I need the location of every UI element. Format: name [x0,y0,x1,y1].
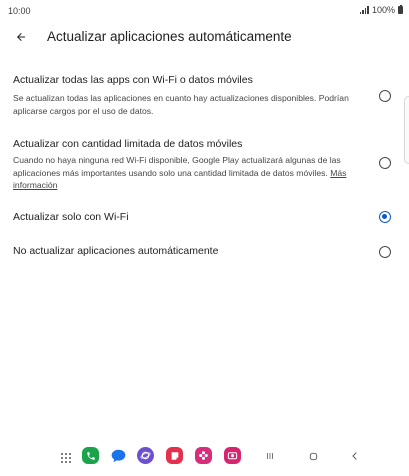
phone-glyph-icon [86,451,95,460]
internet-app-icon[interactable] [137,447,154,464]
app-bar: Actualizar aplicaciones automáticamente [0,22,409,50]
battery-level: 100% [371,5,395,15]
navigation-bar [0,444,409,476]
recent-apps-button[interactable] [262,448,278,464]
option-description: Se actualizan todas las aplicaciones en … [13,93,349,116]
back-button[interactable] [10,26,32,48]
option-wifi-only[interactable]: Actualizar solo con Wi-Fi [0,206,409,230]
page-title: Actualizar aplicaciones automáticamente [47,29,292,44]
flower-icon [199,451,208,460]
camera-app-icon[interactable] [224,447,241,464]
gallery-app-icon[interactable] [195,447,212,464]
option-description: Cuando no haya ninguna red Wi-Fi disponi… [13,154,353,192]
chat-bubble-icon [111,449,126,462]
option-description-text: Cuando no haya ninguna red Wi-Fi disponi… [13,155,341,178]
option-no-updates[interactable]: No actualizar aplicaciones automáticamen… [0,240,409,264]
status-bar: 10:00 100% [0,0,409,22]
status-time: 10:00 [8,6,31,16]
option-title: Actualizar con cantidad limitada de dato… [13,138,243,150]
phone-app-icon[interactable] [82,447,99,464]
apps-grid-icon[interactable] [61,453,71,463]
option-title: Actualizar todas las apps con Wi-Fi o da… [13,74,253,86]
arrow-back-icon [17,33,25,41]
edge-panel-handle[interactable] [404,96,409,164]
signal-icon [359,6,369,14]
battery-icon [398,5,403,14]
back-nav-icon [352,452,357,460]
radio-button[interactable] [379,90,391,102]
home-button[interactable] [305,448,321,464]
planet-icon [140,451,151,460]
radio-button-selected[interactable] [379,211,391,223]
recent-apps-icon [267,453,273,459]
camera-lens-icon [227,452,238,460]
back-nav-button[interactable] [347,448,363,464]
note-page-icon [171,451,178,460]
option-limited-data[interactable]: Actualizar con cantidad limitada de dato… [0,134,409,194]
notes-app-icon[interactable] [166,447,183,464]
radio-button[interactable] [379,157,391,169]
home-icon [309,452,317,460]
option-all-networks[interactable]: Actualizar todas las apps con Wi-Fi o da… [0,70,409,120]
option-title: No actualizar aplicaciones automáticamen… [13,245,219,257]
radio-button[interactable] [379,246,391,258]
status-indicators: 100% [359,5,403,15]
messages-app-icon[interactable] [110,447,127,464]
option-title: Actualizar solo con Wi-Fi [13,211,129,223]
